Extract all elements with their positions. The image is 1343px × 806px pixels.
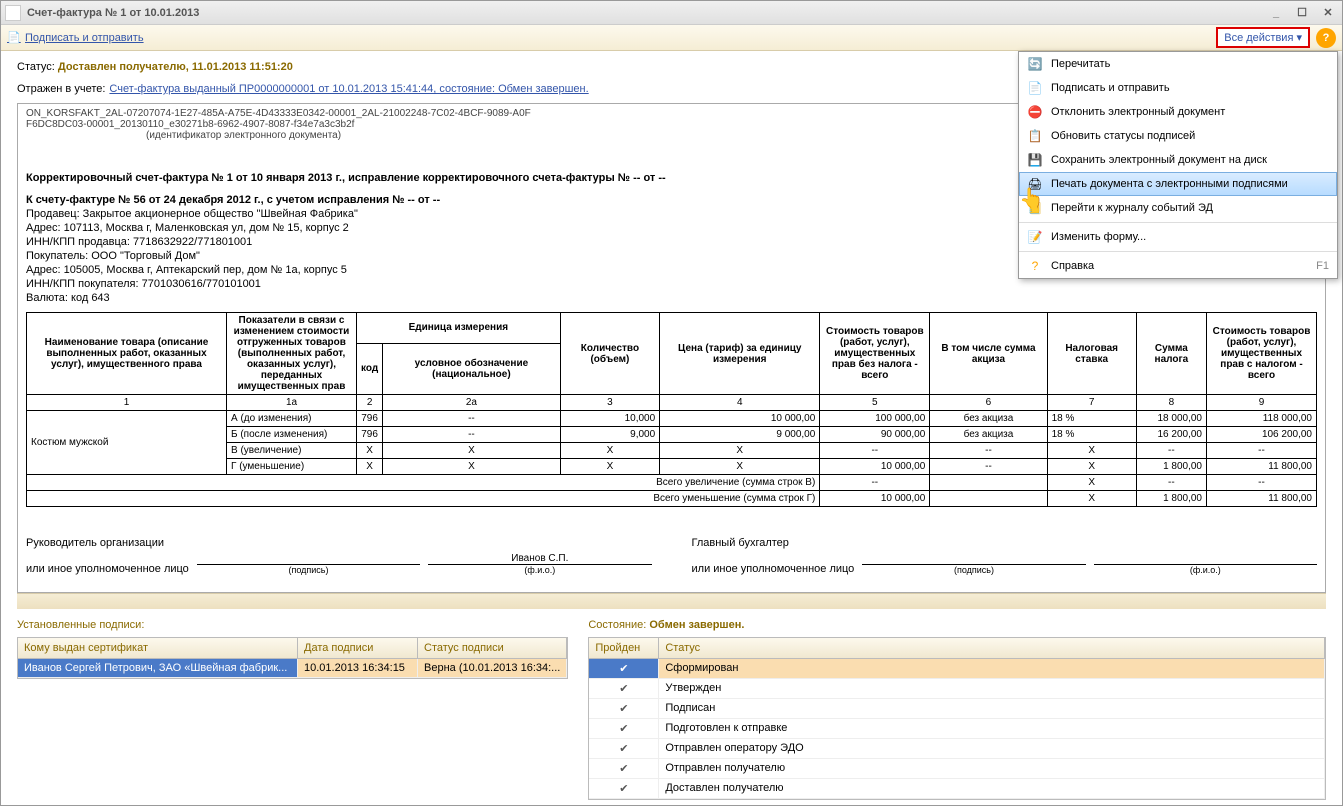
menu-change-form[interactable]: 📝Изменить форму... <box>1019 225 1337 249</box>
stamp-icon: 📄 <box>1027 80 1043 96</box>
form-icon: 📝 <box>1027 229 1043 245</box>
menu-reread[interactable]: 🔄Перечитать <box>1019 52 1337 76</box>
status-row[interactable]: ✔Подписан <box>589 699 1325 719</box>
invoice-table: Наименование товара (описание выполненны… <box>26 312 1317 507</box>
all-actions-button[interactable]: Все действия ▾ <box>1216 27 1310 48</box>
table-row: Костюм мужской А (до изменения)796--10,0… <box>27 411 1317 427</box>
cursor-icon: 👆 <box>1019 186 1044 211</box>
help-button[interactable]: ? <box>1316 28 1336 48</box>
status-value: Доставлен получателю, 11.01.2013 11:51:2… <box>58 61 293 73</box>
refresh-icon: 🔄 <box>1027 56 1043 72</box>
menu-update-sig[interactable]: 📋Обновить статусы подписей <box>1019 124 1337 148</box>
menu-save-disk[interactable]: 💾Сохранить электронный документ на диск <box>1019 148 1337 172</box>
menu-reject[interactable]: ⛔Отклонить электронный документ <box>1019 100 1337 124</box>
close-button[interactable]: ✕ <box>1318 5 1338 21</box>
reflected-invoice-link[interactable]: Счет-фактура выданный ПР0000000001 от 10… <box>109 83 588 95</box>
status-row[interactable]: ✔Подготовлен к отправке <box>589 719 1325 739</box>
signatures-grid: Кому выдан сертификат Дата подписи Стату… <box>17 637 568 679</box>
minimize-button[interactable]: _ <box>1266 5 1286 21</box>
menu-journal[interactable]: 📒Перейти к журналу событий ЭД <box>1019 196 1337 220</box>
menu-sign-send[interactable]: 📄Подписать и отправить <box>1019 76 1337 100</box>
stamp-icon: 📄 <box>7 31 21 45</box>
toolbar: 📄 Подписать и отправить Все действия ▾ ? <box>1 25 1342 51</box>
signatures-title: Установленные подписи: <box>17 619 568 631</box>
window-icon <box>5 5 21 21</box>
titlebar: Счет-фактура № 1 от 10.01.2013 _ ☐ ✕ <box>1 1 1342 25</box>
status-row[interactable]: ✔Сформирован <box>589 659 1325 679</box>
menu-help[interactable]: ?СправкаF1 <box>1019 254 1337 278</box>
horizontal-scrollbar[interactable] <box>17 593 1326 609</box>
all-actions-menu: 🔄Перечитать 📄Подписать и отправить ⛔Откл… <box>1018 51 1338 279</box>
update-icon: 📋 <box>1027 128 1043 144</box>
reject-icon: ⛔ <box>1027 104 1043 120</box>
status-grid: Пройден Статус ✔Сформирован✔Утвержден✔По… <box>588 637 1326 800</box>
save-icon: 💾 <box>1027 152 1043 168</box>
help-icon: ? <box>1027 258 1043 274</box>
menu-print-sig[interactable]: 🖨Печать документа с электронными подпися… <box>1019 172 1337 196</box>
status-row[interactable]: ✔Утвержден <box>589 679 1325 699</box>
exchange-state: Обмен завершен. <box>649 619 744 631</box>
signature-row[interactable]: Иванов Сергей Петрович, ЗАО «Швейная фаб… <box>18 659 567 678</box>
maximize-button[interactable]: ☐ <box>1292 5 1312 21</box>
status-row[interactable]: ✔Отправлен оператору ЭДО <box>589 739 1325 759</box>
status-row[interactable]: ✔Отправлен получателю <box>589 759 1325 779</box>
sign-and-send-link[interactable]: 📄 Подписать и отправить <box>7 31 144 45</box>
window-title: Счет-фактура № 1 от 10.01.2013 <box>27 7 1266 19</box>
status-row[interactable]: ✔Доставлен получателю <box>589 779 1325 799</box>
